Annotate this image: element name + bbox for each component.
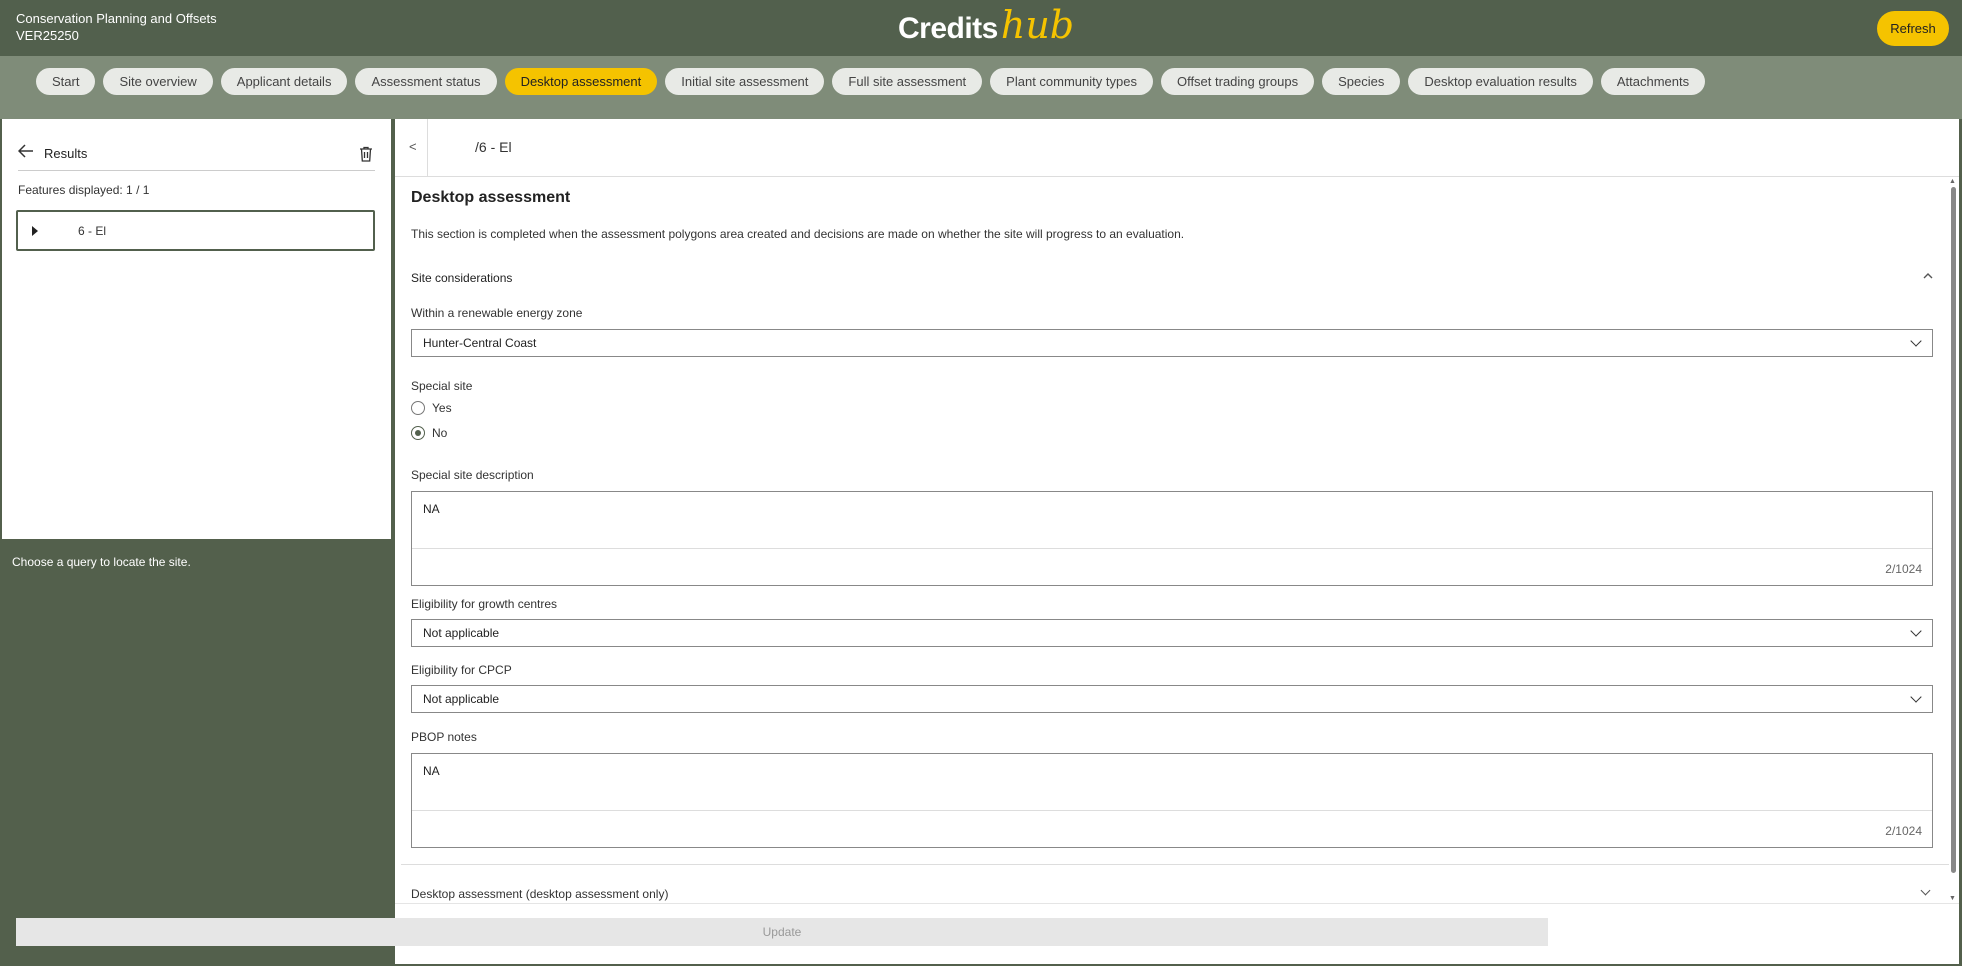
chevron-left-icon[interactable]: < — [409, 139, 417, 154]
chevron-down-icon — [1910, 335, 1922, 347]
app-name: Conservation Planning and Offsets — [16, 11, 217, 26]
tab-site-overview[interactable]: Site overview — [103, 68, 213, 95]
special-site-yes[interactable]: Yes — [411, 401, 452, 415]
feature-label: 6 - El — [78, 223, 107, 238]
special-site-no[interactable]: No — [411, 426, 447, 440]
results-label: Results — [44, 146, 88, 161]
desktop-only-header[interactable]: Desktop assessment (desktop assessment o… — [411, 885, 1933, 901]
pbop-notes-textarea[interactable] — [412, 754, 1932, 811]
query-note: Choose a query to locate the site. — [12, 555, 191, 569]
caret-right-icon[interactable] — [32, 225, 38, 236]
pbop-notes-label: PBOP notes — [411, 730, 477, 744]
logo-credits-text: Credits — [898, 12, 998, 45]
tab-desktop-assessment[interactable]: Desktop assessment — [504, 68, 658, 95]
pbop-notes-field: 2/1024 — [411, 753, 1933, 848]
tab-assessment-status[interactable]: Assessment status — [355, 68, 497, 95]
tab-start[interactable]: Start — [36, 68, 96, 95]
cpcp-value: Not applicable — [423, 692, 500, 706]
special-desc-textarea[interactable] — [412, 492, 1932, 549]
top-divider — [427, 119, 428, 177]
tab-applicant-details[interactable]: Applicant details — [220, 68, 348, 95]
pbop-notes-counter: 2/1024 — [1885, 824, 1922, 838]
special-desc-counter: 2/1024 — [1885, 562, 1922, 576]
growth-centres-select[interactable]: Not applicable — [411, 619, 1933, 647]
site-considerations-label: Site considerations — [411, 271, 513, 285]
main-panel: < /6 - El Desktop assessment This sectio… — [395, 119, 1959, 964]
cpcp-select[interactable]: Not applicable — [411, 685, 1933, 713]
renewable-zone-value: Hunter-Central Coast — [423, 336, 537, 350]
record-id: VER25250 — [16, 28, 79, 43]
chevron-down-icon — [1910, 691, 1922, 703]
chevron-down-icon[interactable] — [1920, 885, 1931, 896]
growth-centres-value: Not applicable — [423, 626, 500, 640]
credits-hub-logo: Credits hub — [898, 6, 1074, 50]
scroll-up-icon[interactable]: ▲ — [1949, 178, 1956, 185]
scrollbar-thumb[interactable] — [1951, 187, 1956, 873]
tab-bar: Start Site overview Applicant details Asses… — [0, 56, 1962, 119]
results-header: Results — [17, 137, 375, 171]
cpcp-label: Eligibility for CPCP — [411, 663, 512, 677]
site-considerations-header[interactable]: Site considerations — [411, 271, 1933, 285]
tab-plant-community-types[interactable]: Plant community types — [990, 68, 1153, 95]
tab-desktop-evaluation-results[interactable]: Desktop evaluation results — [1408, 68, 1593, 95]
chevron-down-icon — [1910, 625, 1922, 637]
renewable-zone-select[interactable]: Hunter-Central Coast — [411, 329, 1933, 357]
feature-title: /6 - El — [475, 139, 512, 155]
tab-offset-trading-groups[interactable]: Offset trading groups — [1160, 68, 1315, 95]
radio-no-label: No — [432, 426, 448, 440]
update-button[interactable]: Update — [16, 918, 1548, 946]
radio-no[interactable] — [411, 426, 425, 440]
renewable-zone-label: Within a renewable energy zone — [411, 306, 583, 320]
special-desc-label: Special site description — [411, 468, 534, 482]
trash-icon[interactable] — [357, 145, 375, 163]
tab-attachments[interactable]: Attachments — [1600, 68, 1706, 95]
logo-hub-text: hub — [1000, 3, 1075, 47]
tab-species[interactable]: Species — [1322, 68, 1401, 95]
radio-yes[interactable] — [411, 401, 425, 415]
tab-list: Start Site overview Applicant details Asses… — [36, 68, 1706, 95]
tab-full-site-assessment[interactable]: Full site assessment — [832, 68, 983, 95]
section-description: This section is completed when the asses… — [411, 227, 1185, 241]
chevron-up-icon[interactable] — [1923, 271, 1933, 282]
desktop-only-label: Desktop assessment (desktop assessment o… — [411, 887, 669, 901]
refresh-button[interactable]: Refresh — [1877, 11, 1949, 46]
header-info: Conservation Planning and Offsets VER252… — [16, 10, 217, 44]
app-header: Conservation Planning and Offsets VER252… — [0, 0, 1962, 56]
feature-list-item[interactable]: 6 - El — [16, 210, 375, 251]
scroll-down-icon[interactable]: ▼ — [1949, 895, 1956, 902]
growth-centres-label: Eligibility for growth centres — [411, 597, 558, 611]
tab-initial-site-assessment[interactable]: Initial site assessment — [665, 68, 825, 95]
arrow-left-icon[interactable] — [17, 144, 44, 163]
radio-yes-label: Yes — [432, 401, 452, 415]
features-displayed: Features displayed: 1 / 1 — [18, 183, 150, 197]
section-title: Desktop assessment — [411, 189, 571, 206]
special-desc-field: 2/1024 — [411, 491, 1933, 586]
results-panel: Results Features displayed: 1 / 1 6 - El — [2, 119, 391, 539]
section-divider — [401, 864, 1949, 865]
special-site-label: Special site — [411, 379, 473, 393]
main-top-bar: < /6 - El — [395, 119, 1959, 177]
